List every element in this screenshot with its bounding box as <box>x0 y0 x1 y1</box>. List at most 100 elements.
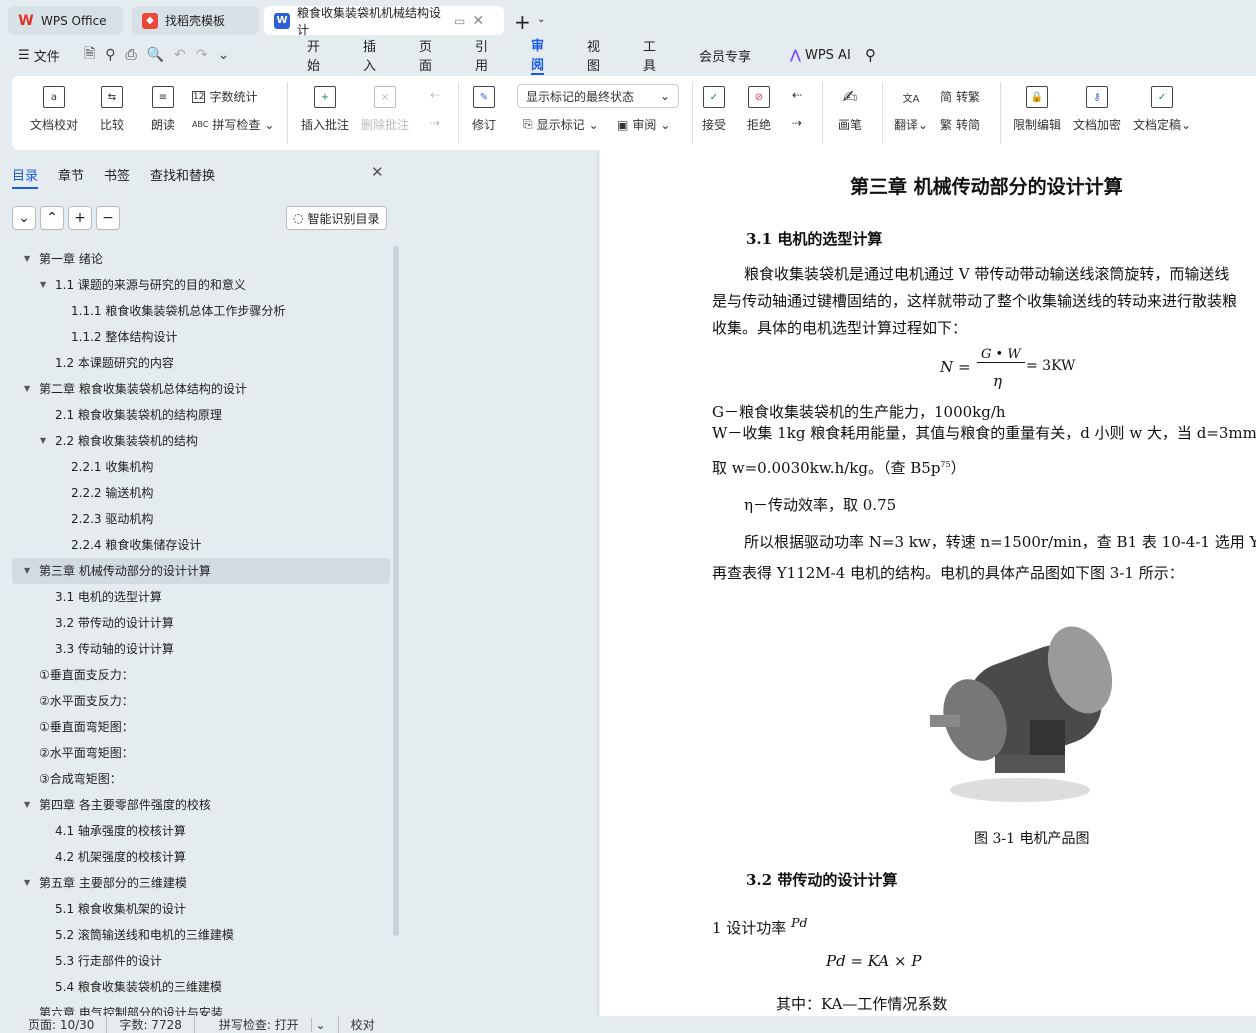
toc-item[interactable]: ②水平面支反力： <box>12 688 390 714</box>
print-icon[interactable]: ⎙ <box>126 47 137 63</box>
menu-start[interactable]: 开始 <box>307 36 320 74</box>
menu-view[interactable]: 视图 <box>587 36 600 74</box>
next-comment-icon[interactable]: ⇢ <box>430 116 440 130</box>
more-chevron-icon[interactable]: ⌄ <box>218 47 230 63</box>
toc-item[interactable]: ▼ 2.2 粮食收集装袋机的结构 <box>12 428 390 454</box>
toc-item[interactable]: ▼ 第五章 主要部分的三维建模 <box>12 870 390 896</box>
save-icon[interactable]: 🗎 <box>84 43 95 67</box>
menu-reference[interactable]: 引用 <box>475 36 488 74</box>
toc-item[interactable]: 5.3 行走部件的设计 <box>12 948 390 974</box>
expand-arrow-icon[interactable]: ▼ <box>24 870 30 896</box>
spell-check-status[interactable]: 拼写检查: 打开 ⌄ <box>195 1015 339 1033</box>
tab-document[interactable]: W 粮食收集装袋机机械结构设计 ▭ ✕ <box>264 6 504 37</box>
word-count[interactable]: 字数: 7728 <box>107 1015 195 1033</box>
add-heading-button[interactable]: + <box>68 206 92 230</box>
tab-find-replace[interactable]: 查找和替换 <box>150 165 215 184</box>
translate-button[interactable]: 文A 翻译⌄ <box>894 86 928 133</box>
toc-item[interactable]: 1.2 本课题研究的内容 <box>12 350 390 376</box>
file-menu[interactable]: ☰ 文件 <box>18 44 60 66</box>
proofread-button[interactable]: a 文档校对 <box>30 86 78 133</box>
menu-member[interactable]: 会员专享 <box>699 46 759 65</box>
collapse-all-button[interactable]: ⌄ <box>12 206 36 230</box>
tab-toc[interactable]: 目录 <box>12 165 39 189</box>
toc-item[interactable]: ▼ 第四章 各主要零部件强度的校核 <box>12 792 390 818</box>
review-pane-button[interactable]: ▣ 审阅 ⌄ <box>617 116 670 133</box>
encrypt-button[interactable]: ⚷ 文档加密 <box>1073 86 1121 133</box>
menu-insert[interactable]: 插入 <box>363 36 376 74</box>
tab-templates[interactable]: ◆ 找稻壳模板 <box>132 6 259 35</box>
redo-icon[interactable]: ↷ <box>196 47 208 63</box>
toc-item[interactable]: ▼ 第三章 机械传动部分的设计计算 <box>12 558 390 584</box>
delete-comment-button[interactable]: × 删除批注 <box>361 86 409 133</box>
pen-button[interactable]: ✍ 画笔 <box>838 86 862 133</box>
next-change-icon[interactable]: ⇢ <box>792 116 802 130</box>
to-simplified-button[interactable]: 繁转简 <box>940 116 980 133</box>
close-tab-icon[interactable]: ✕ <box>472 13 484 29</box>
print-preview-icon[interactable]: 🔍 <box>147 47 164 63</box>
toc-item[interactable]: 1.1.2 整体结构设计 <box>12 324 390 350</box>
menu-page[interactable]: 页面 <box>419 36 432 74</box>
proofread-status[interactable]: 校对 <box>339 1016 387 1033</box>
menu-tools[interactable]: 工具 <box>643 36 656 74</box>
expand-arrow-icon[interactable]: ▼ <box>40 428 46 454</box>
toc-item[interactable]: ②水平面弯矩图： <box>12 740 390 766</box>
toc-item[interactable]: 4.1 轴承强度的校核计算 <box>12 818 390 844</box>
finalize-button[interactable]: ✓ 文档定稿⌄ <box>1133 86 1191 133</box>
tab-list-chevron-icon[interactable]: ⌄ <box>537 14 545 25</box>
window-icon[interactable]: ▭ <box>454 14 465 28</box>
expand-arrow-icon[interactable]: ▼ <box>24 246 30 272</box>
spell-check-button[interactable]: ABC 拼写检查 ⌄ <box>192 116 274 133</box>
tab-bookmarks[interactable]: 书签 <box>104 165 130 184</box>
tab-wps-office[interactable]: W WPS Office <box>8 6 123 35</box>
track-changes-button[interactable]: ✎ 修订 <box>472 86 496 133</box>
accept-button[interactable]: ✓ 接受 <box>702 86 726 133</box>
toc-item[interactable]: 3.1 电机的选型计算 <box>12 584 390 610</box>
toc-item[interactable]: 5.2 滚筒输送线和电机的三维建模 <box>12 922 390 948</box>
move-up-button[interactable]: ⌃ <box>40 206 64 230</box>
toc-item[interactable]: 3.2 带传动的设计计算 <box>12 610 390 636</box>
menu-review[interactable]: 审阅 <box>531 35 545 75</box>
search-icon[interactable]: ⚲ <box>865 44 876 66</box>
close-pane-icon[interactable]: ✕ <box>371 163 384 181</box>
expand-arrow-icon[interactable]: ▼ <box>40 272 46 298</box>
smart-toc-button[interactable]: ◌ 智能识别目录 <box>286 206 387 230</box>
toc-item[interactable]: 2.1 粮食收集装袋机的结构原理 <box>12 402 390 428</box>
toc-item[interactable]: 2.2.4 粮食收集储存设计 <box>12 532 390 558</box>
to-traditional-button[interactable]: 简转繁 <box>940 88 980 105</box>
toc-item[interactable]: ▼ 1.1 课题的来源与研究的目的和意义 <box>12 272 390 298</box>
page-indicator[interactable]: 页面: 10/30 <box>16 1015 108 1033</box>
previous-change-icon[interactable]: ⇠ <box>792 88 802 102</box>
toc-item[interactable]: 4.2 机架强度的校核计算 <box>12 844 390 870</box>
toc-item[interactable]: ▼ 第二章 粮食收集装袋机总体结构的设计 <box>12 376 390 402</box>
toc-item[interactable]: 3.3 传动轴的设计计算 <box>12 636 390 662</box>
read-aloud-button[interactable]: ≡ 朗读 <box>151 86 175 133</box>
remove-heading-button[interactable]: − <box>96 206 120 230</box>
restrict-editing-button[interactable]: 🔒 限制编辑 <box>1013 86 1061 133</box>
toc-item[interactable]: ③合成弯矩图： <box>12 766 390 792</box>
expand-arrow-icon[interactable]: ▼ <box>24 558 30 584</box>
undo-icon[interactable]: ↶ <box>174 47 186 63</box>
show-markup-button[interactable]: ⎘ 显示标记 ⌄ <box>523 116 599 133</box>
toc-scrollbar[interactable] <box>393 246 399 936</box>
markup-state-select[interactable]: 显示标记的最终状态 ⌄ <box>517 84 679 108</box>
toc-item[interactable]: ①垂直面弯矩图： <box>12 714 390 740</box>
new-tab-button[interactable]: + <box>514 10 531 34</box>
toc-item[interactable]: ①垂直面支反力： <box>12 662 390 688</box>
wps-ai-button[interactable]: ⋀ WPS AI <box>790 44 851 66</box>
expand-arrow-icon[interactable]: ▼ <box>24 792 30 818</box>
toc-item[interactable]: 2.2.3 驱动机构 <box>12 506 390 532</box>
toc-item[interactable]: 5.1 粮食收集机架的设计 <box>12 896 390 922</box>
toc-item[interactable]: 1.1.1 粮食收集装袋机总体工作步骤分析 <box>12 298 390 324</box>
expand-arrow-icon[interactable]: ▼ <box>24 376 30 402</box>
word-count-button[interactable]: 12 字数统计 <box>192 88 257 105</box>
compare-button[interactable]: ⇆ 比较 <box>100 86 124 133</box>
toc-item[interactable]: ▼ 第一章 绪论 <box>12 246 390 272</box>
tab-sections[interactable]: 章节 <box>58 165 84 184</box>
reject-button[interactable]: ⊘ 拒绝 <box>747 86 771 133</box>
format-painter-icon[interactable]: ⚲ <box>105 47 115 63</box>
insert-comment-button[interactable]: + 插入批注 <box>301 86 349 133</box>
toc-item[interactable]: 5.4 粮食收集装袋机的三维建模 <box>12 974 390 1000</box>
toc-item[interactable]: 2.2.2 输送机构 <box>12 480 390 506</box>
document-page[interactable]: 第三章 机械传动部分的设计计算 3.1 电机的选型计算 粮食收集装袋机是通过电机… <box>600 150 1256 1016</box>
prev-comment-icon[interactable]: ⇠ <box>430 88 440 102</box>
